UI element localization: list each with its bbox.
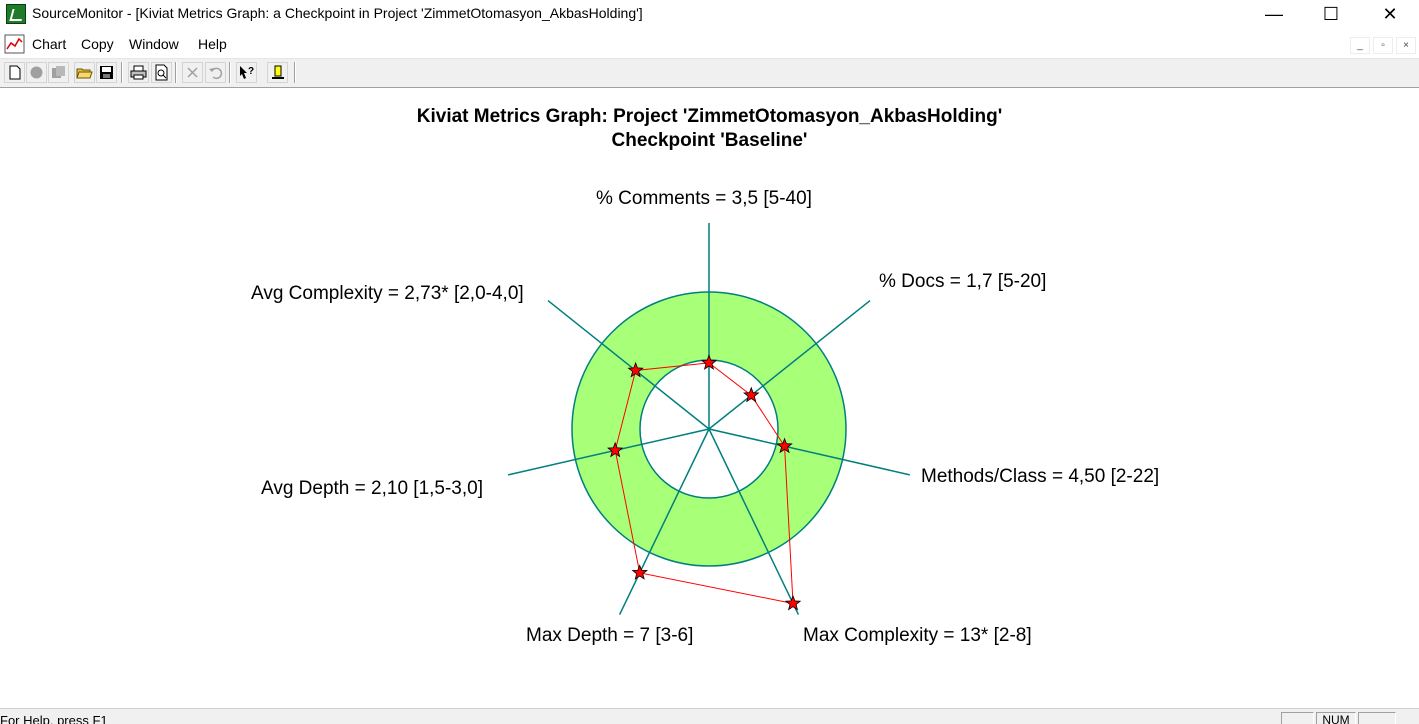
menu-window[interactable]: Window — [129, 36, 179, 52]
menu-chart[interactable]: Chart — [32, 36, 66, 52]
mdi-minimize-button[interactable]: _ — [1350, 37, 1370, 54]
axis-label-avg-complexity: Avg Complexity = 2,73* [2,0-4,0] — [251, 283, 524, 304]
toolbar-separator — [121, 62, 123, 83]
axis-label-max-depth: Max Depth = 7 [3-6] — [526, 625, 694, 646]
toolbar-separator — [175, 62, 177, 83]
status-help-text: For Help, press F1 — [0, 713, 108, 724]
kiviat-graph — [507, 223, 911, 615]
close-button[interactable]: ✕ — [1361, 0, 1419, 30]
axis-label-percent-docs: % Docs = 1,7 [5-20] — [879, 271, 1047, 292]
toolbar-separator — [229, 62, 231, 83]
kiviat-chart-area: Kiviat Metrics Graph: Project 'ZimmetOto… — [0, 88, 1419, 708]
menu-copy[interactable]: Copy — [81, 36, 114, 52]
window-title: SourceMonitor - [Kiviat Metrics Graph: a… — [32, 5, 643, 21]
mdi-close-button[interactable]: × — [1396, 37, 1416, 54]
maximize-button[interactable]: ☐ — [1302, 0, 1360, 30]
title-bar: SourceMonitor - [Kiviat Metrics Graph: a… — [0, 0, 1419, 30]
status-bar: For Help, press F1 NUM — [0, 708, 1419, 724]
axis-label-max-complexity: Max Complexity = 13* [2-8] — [803, 625, 1032, 646]
undo-icon[interactable] — [205, 62, 226, 83]
delete-icon[interactable] — [182, 62, 203, 83]
open-icon[interactable] — [74, 62, 95, 83]
save-icon[interactable] — [96, 62, 117, 83]
copy-icon[interactable] — [48, 62, 69, 83]
marker-icon[interactable] — [267, 62, 288, 83]
stop-icon[interactable] — [26, 62, 47, 83]
toolbar-separator — [294, 62, 296, 83]
minimize-button[interactable]: — — [1245, 0, 1303, 30]
metric-point-marker — [631, 564, 648, 580]
print-preview-icon[interactable] — [151, 62, 172, 83]
axis-label-avg-depth: Avg Depth = 2,10 [1,5-3,0] — [261, 478, 483, 499]
mdi-restore-button[interactable]: ▫ — [1373, 37, 1393, 54]
print-icon[interactable] — [128, 62, 149, 83]
context-help-icon[interactable]: ? — [236, 62, 257, 83]
metric-point-marker — [784, 594, 802, 611]
chart-document-icon[interactable] — [4, 34, 25, 54]
menu-help[interactable]: Help — [198, 36, 227, 52]
axis-label-percent-comments: % Comments = 3,5 [5-40] — [596, 188, 812, 209]
sourcemonitor-app-icon[interactable] — [6, 4, 26, 24]
status-pane-num: NUM — [1316, 712, 1356, 724]
status-pane-scroll — [1358, 712, 1396, 724]
axis-label-methods-per-class: Methods/Class = 4,50 [2-22] — [921, 466, 1160, 487]
new-icon[interactable] — [4, 62, 25, 83]
status-pane-caps — [1281, 712, 1314, 724]
svg-text:?: ? — [248, 66, 254, 77]
